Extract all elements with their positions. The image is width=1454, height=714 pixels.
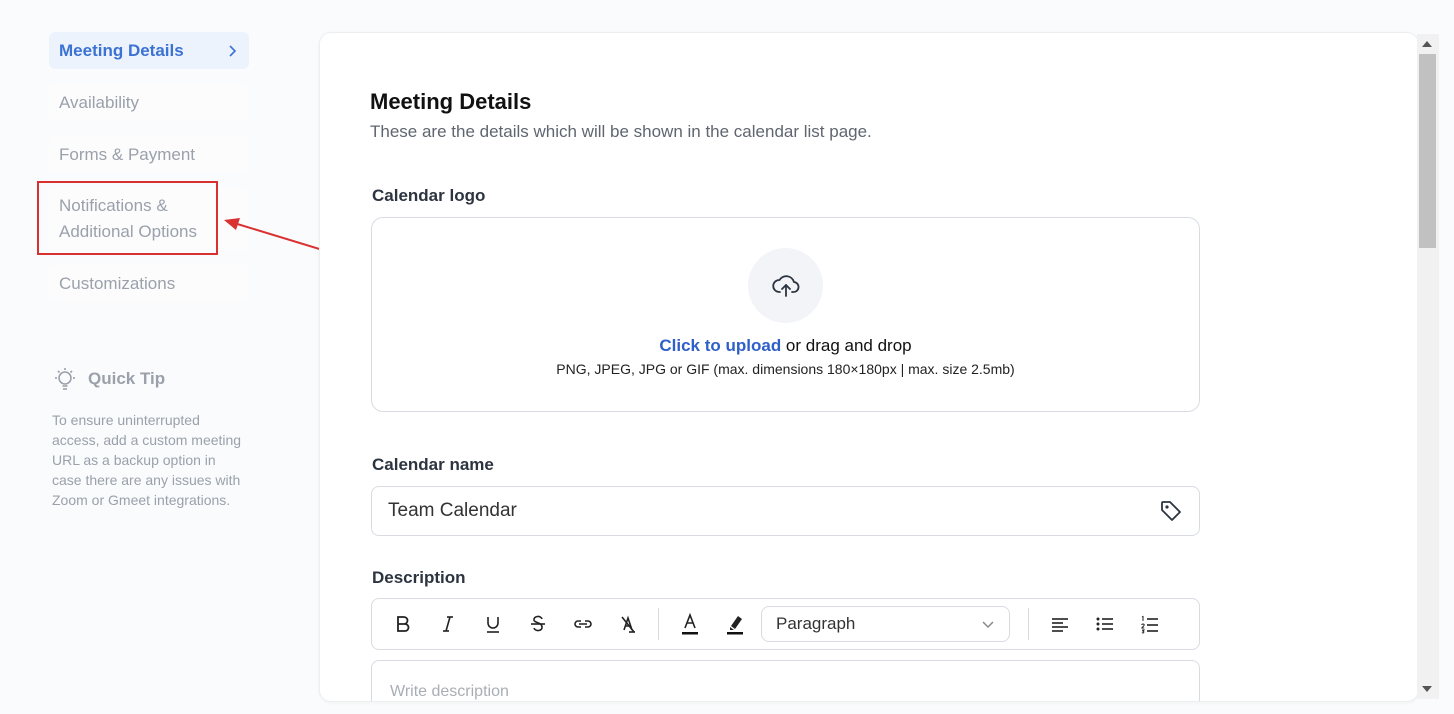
sidebar-item-customizations[interactable]: Customizations (49, 265, 249, 302)
clear-formatting-icon[interactable] (605, 604, 650, 644)
page-subtitle: These are the details which will be show… (370, 122, 872, 141)
sidebar-item-label: Forms & Payment (59, 144, 196, 164)
annotation-highlight-box (37, 181, 218, 255)
sidebar-item-availability[interactable]: Availability (49, 84, 249, 121)
page-title: Meeting Details (370, 89, 532, 114)
lightbulb-icon (55, 368, 75, 390)
quick-tip-body: To ensure uninterrupted access, add a cu… (52, 412, 242, 508)
rich-text-toolbar: Paragraph (371, 598, 1200, 650)
numbered-list-icon[interactable] (1127, 604, 1172, 644)
highlight-color-icon[interactable] (712, 604, 757, 644)
toolbar-divider (1028, 608, 1029, 640)
paragraph-style-value: Paragraph (776, 614, 856, 633)
toolbar-divider (658, 608, 659, 640)
tag-icon[interactable] (1159, 499, 1183, 523)
bulleted-list-icon[interactable] (1082, 604, 1127, 644)
quick-tip-title: Quick Tip (88, 369, 166, 388)
description-placeholder: Write description (390, 683, 509, 700)
paragraph-style-select[interactable]: Paragraph (761, 606, 1010, 642)
sidebar-item-meeting-details[interactable]: Meeting Details (49, 32, 249, 69)
upload-cloud-icon (748, 248, 823, 323)
click-to-upload-link[interactable]: Click to upload (659, 336, 781, 355)
scrollbar-thumb[interactable] (1419, 54, 1436, 248)
italic-icon[interactable] (425, 604, 470, 644)
bold-icon[interactable] (380, 604, 425, 644)
chevron-down-icon (982, 621, 994, 629)
sidebar-item-label: Customizations (59, 273, 176, 293)
link-icon[interactable] (560, 604, 605, 644)
sidebar-item-label: Meeting Details (59, 40, 184, 60)
drag-drop-text: or drag and drop (781, 336, 912, 355)
upload-hint: PNG, JPEG, JPG or GIF (max. dimensions 1… (556, 361, 1015, 377)
align-left-icon[interactable] (1037, 604, 1082, 644)
underline-icon[interactable] (470, 604, 515, 644)
logo-upload-dropzone[interactable]: Click to upload or drag and drop PNG, JP… (371, 217, 1200, 412)
scroll-down-arrow-icon[interactable] (1422, 686, 1432, 692)
description-label: Description (372, 568, 466, 587)
quick-tip: Quick Tip To ensure uninterrupted access… (52, 366, 247, 510)
chevron-right-icon (229, 44, 237, 57)
upload-instructions: Click to upload or drag and drop (372, 336, 1199, 356)
scroll-up-arrow-icon[interactable] (1422, 41, 1432, 47)
meeting-details-card: Meeting Details These are the details wh… (319, 32, 1419, 702)
text-color-icon[interactable] (667, 604, 712, 644)
sidebar-item-forms-payment[interactable]: Forms & Payment (49, 136, 249, 173)
calendar-logo-label: Calendar logo (372, 186, 486, 205)
settings-sidebar: Meeting Details Availability Forms & Pay… (49, 32, 249, 317)
sidebar-item-label: Availability (59, 92, 140, 112)
description-editor[interactable]: Write description (371, 660, 1200, 701)
strikethrough-icon[interactable] (515, 604, 560, 644)
page-scrollbar[interactable] (1417, 34, 1439, 699)
calendar-name-value: Team Calendar (388, 500, 517, 521)
calendar-name-label: Calendar name (372, 455, 494, 474)
calendar-name-field[interactable]: Team Calendar (371, 486, 1200, 536)
